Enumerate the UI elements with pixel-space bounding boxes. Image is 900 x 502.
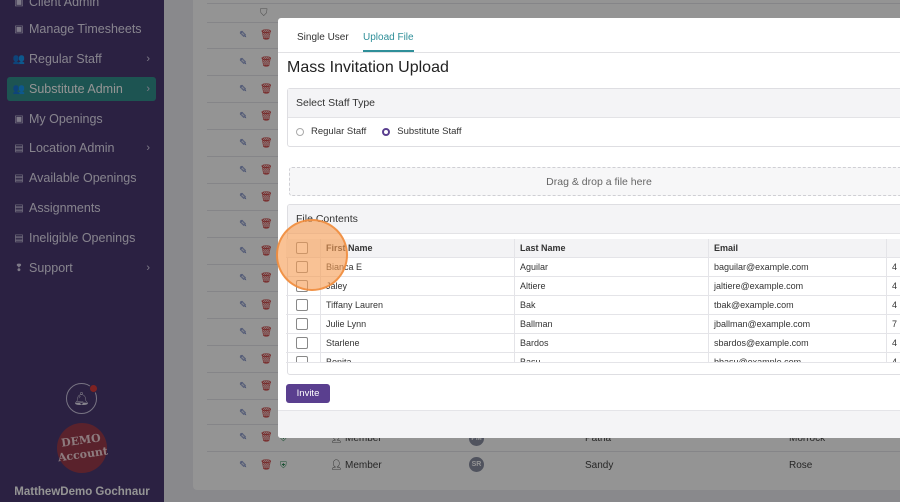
extra-cell: 4 [886,334,900,353]
column-header[interactable]: Last Name [514,239,708,258]
tab-divider [278,52,900,53]
first-name-cell: Tiffany Lauren [320,296,514,315]
last-name-cell: Basu [514,353,708,362]
email-cell: baguilar@example.com [708,258,886,277]
first-name-cell: Jaley [320,277,514,296]
email-cell: bbasu@example.com [708,353,886,362]
extra-cell: 4 [886,277,900,296]
last-name-cell: Aguilar [514,258,708,277]
column-header[interactable]: First Name [320,239,514,258]
staff-type-heading: Select Staff Type [288,89,900,118]
email-cell: jaltiere@example.com [708,277,886,296]
invite-button[interactable]: Invite [286,384,330,403]
table-row: Starlene Bardos sbardos@example.com 4 [286,334,900,353]
file-dropzone[interactable]: Drag & drop a file here [289,167,900,196]
staff-type-panel: Select Staff Type Regular Staff Substitu… [287,88,900,147]
last-name-cell: Ballman [514,315,708,334]
modal-footer [278,410,900,438]
extra-cell: 4 [886,353,900,362]
radio-label[interactable]: Regular Staff [311,126,366,137]
row-checkbox[interactable] [296,299,308,311]
extra-cell: 4 [886,258,900,277]
email-cell: jballman@example.com [708,315,886,334]
last-name-cell: Altiere [514,277,708,296]
table-row: Jaley Altiere jaltiere@example.com 4 [286,277,900,296]
email-cell: sbardos@example.com [708,334,886,353]
row-checkbox[interactable] [296,318,308,330]
extra-cell: 4 [886,296,900,315]
extra-cell: 7 [886,315,900,334]
mass-invitation-modal: Single User Upload File Mass Invitation … [278,18,900,438]
first-name-cell: Bianca E [320,258,514,277]
column-header[interactable] [886,239,900,258]
file-contents-heading: File Contents [288,205,900,234]
first-name-cell: Bonita [320,353,514,362]
modal-title: Mass Invitation Upload [287,59,449,76]
last-name-cell: Bardos [514,334,708,353]
table-row: Tiffany Lauren Bak tbak@example.com 4 [286,296,900,315]
radio-regular-staff[interactable] [296,127,304,136]
row-checkbox[interactable] [296,337,308,349]
last-name-cell: Bak [514,296,708,315]
first-name-cell: Julie Lynn [320,315,514,334]
email-cell: tbak@example.com [708,296,886,315]
table-row: Bonita Basu bbasu@example.com 4 [286,353,900,363]
tab-single-user[interactable]: Single User [297,32,349,52]
column-header[interactable]: Email [708,239,886,258]
radio-substitute-staff[interactable] [382,127,391,136]
row-checkbox[interactable] [296,356,308,362]
click-indicator [276,219,348,291]
staff-type-options: Regular Staff Substitute Staff [296,126,462,137]
table-row: Julie Lynn Ballman jballman@example.com … [286,315,900,334]
table-header-row: First Name Last Name Email [286,239,900,258]
tab-upload-file[interactable]: Upload File [363,32,414,52]
radio-label[interactable]: Substitute Staff [397,126,461,137]
first-name-cell: Starlene [320,334,514,353]
table-row: Bianca E Aguilar baguilar@example.com 4 [286,258,900,277]
